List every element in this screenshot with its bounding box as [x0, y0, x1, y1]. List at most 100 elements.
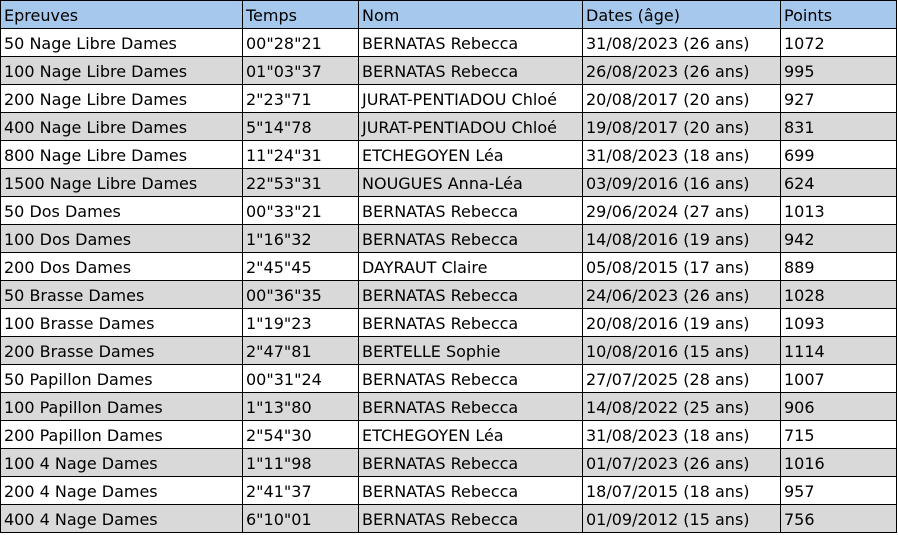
table-row: 800 Nage Libre Dames 11"24"31 ETCHEGOYEN L…	[0, 140, 897, 169]
table-row: 200 Papillon Dames 2"54"30 ETCHEGOYEN Léa 3…	[0, 420, 897, 449]
cell-date: 20/08/2017 (20 ans)	[582, 84, 781, 113]
table-row: 100 4 Nage Dames 1"11"98 BERNATAS Rebecca 0…	[0, 448, 897, 477]
cell-points: 1007	[780, 364, 897, 393]
cell-points: 831	[780, 112, 897, 141]
cell-nom: NOUGUES Anna-Léa	[358, 168, 583, 197]
cell-date: 14/08/2016 (19 ans)	[582, 224, 781, 253]
cell-temps: 2"47"81	[242, 336, 359, 365]
table-row: 100 Dos Dames 1"16"32 BERNATAS Rebecca 14/0…	[0, 224, 897, 253]
cell-points: 699	[780, 140, 897, 169]
cell-epreuve: 200 Nage Libre Dames	[0, 84, 243, 113]
table-row: 100 Brasse Dames 1"19"23 BERNATAS Rebecca 2…	[0, 308, 897, 337]
cell-temps: 11"24"31	[242, 140, 359, 169]
header-dates: Dates (âge)	[582, 0, 781, 29]
cell-nom: ETCHEGOYEN Léa	[358, 140, 583, 169]
cell-nom: BERNATAS Rebecca	[358, 196, 583, 225]
cell-date: 20/08/2016 (19 ans)	[582, 308, 781, 337]
cell-temps: 00"28"21	[242, 28, 359, 57]
cell-date: 19/08/2017 (20 ans)	[582, 112, 781, 141]
cell-epreuve: 50 Brasse Dames	[0, 280, 243, 309]
cell-epreuve: 800 Nage Libre Dames	[0, 140, 243, 169]
cell-points: 942	[780, 224, 897, 253]
cell-epreuve: 100 Brasse Dames	[0, 308, 243, 337]
cell-date: 14/08/2022 (25 ans)	[582, 392, 781, 421]
cell-date: 31/08/2023 (18 ans)	[582, 420, 781, 449]
header-epreuves: Epreuves	[0, 0, 243, 29]
cell-epreuve: 50 Dos Dames	[0, 196, 243, 225]
cell-date: 29/06/2024 (27 ans)	[582, 196, 781, 225]
cell-temps: 2"54"30	[242, 420, 359, 449]
header-row: Epreuves Temps Nom Dates (âge) Points	[0, 0, 897, 29]
table-row: 200 Brasse Dames 2"47"81 BERTELLE Sophie 10…	[0, 336, 897, 365]
cell-epreuve: 400 4 Nage Dames	[0, 504, 243, 533]
cell-nom: BERNATAS Rebecca	[358, 504, 583, 533]
cell-epreuve: 200 4 Nage Dames	[0, 476, 243, 505]
cell-points: 1013	[780, 196, 897, 225]
cell-nom: BERNATAS Rebecca	[358, 56, 583, 85]
table-row: 400 4 Nage Dames 6"10"01 BERNATAS Rebecca 0…	[0, 504, 897, 533]
cell-points: 715	[780, 420, 897, 449]
table-row: 200 Nage Libre Dames 2"23"71 JURAT-PENTIAD…	[0, 84, 897, 113]
cell-points: 927	[780, 84, 897, 113]
cell-date: 01/09/2012 (15 ans)	[582, 504, 781, 533]
records-table: Epreuves Temps Nom Dates (âge) Points 50…	[0, 0, 897, 533]
cell-date: 03/09/2016 (16 ans)	[582, 168, 781, 197]
cell-points: 1028	[780, 280, 897, 309]
table-row: 200 4 Nage Dames 2"41"37 BERNATAS Rebecca 1…	[0, 476, 897, 505]
cell-epreuve: 1500 Nage Libre Dames	[0, 168, 243, 197]
cell-date: 24/06/2023 (26 ans)	[582, 280, 781, 309]
table-row: 50 Brasse Dames 00"36"35 BERNATAS Rebecca 2…	[0, 280, 897, 309]
cell-points: 1093	[780, 308, 897, 337]
cell-temps: 1"16"32	[242, 224, 359, 253]
cell-temps: 1"11"98	[242, 448, 359, 477]
cell-points: 1016	[780, 448, 897, 477]
cell-temps: 1"13"80	[242, 392, 359, 421]
table-row: 400 Nage Libre Dames 5"14"78 JURAT-PENTIAD…	[0, 112, 897, 141]
header-temps: Temps	[242, 0, 359, 29]
cell-points: 1072	[780, 28, 897, 57]
cell-temps: 2"45"45	[242, 252, 359, 281]
cell-nom: BERNATAS Rebecca	[358, 224, 583, 253]
cell-date: 26/08/2023 (26 ans)	[582, 56, 781, 85]
cell-epreuve: 100 4 Nage Dames	[0, 448, 243, 477]
cell-temps: 1"19"23	[242, 308, 359, 337]
cell-temps: 00"33"21	[242, 196, 359, 225]
cell-epreuve: 50 Nage Libre Dames	[0, 28, 243, 57]
cell-temps: 6"10"01	[242, 504, 359, 533]
cell-epreuve: 100 Papillon Dames	[0, 392, 243, 421]
cell-nom: JURAT-PENTIADOU Chloé	[358, 112, 583, 141]
table-body: 50 Nage Libre Dames 00"28"21 BERNATAS Rebe…	[0, 28, 897, 533]
cell-epreuve: 200 Papillon Dames	[0, 420, 243, 449]
cell-nom: BERNATAS Rebecca	[358, 280, 583, 309]
table-row: 50 Nage Libre Dames 00"28"21 BERNATAS Rebe…	[0, 28, 897, 57]
cell-epreuve: 200 Brasse Dames	[0, 336, 243, 365]
table-row: 200 Dos Dames 2"45"45 DAYRAUT Claire 05/08/…	[0, 252, 897, 281]
cell-temps: 5"14"78	[242, 112, 359, 141]
cell-date: 10/08/2016 (15 ans)	[582, 336, 781, 365]
cell-nom: BERNATAS Rebecca	[358, 392, 583, 421]
cell-epreuve: 200 Dos Dames	[0, 252, 243, 281]
cell-date: 27/07/2025 (28 ans)	[582, 364, 781, 393]
cell-temps: 01"03"37	[242, 56, 359, 85]
cell-nom: BERNATAS Rebecca	[358, 28, 583, 57]
cell-epreuve: 400 Nage Libre Dames	[0, 112, 243, 141]
cell-nom: BERNATAS Rebecca	[358, 364, 583, 393]
cell-temps: 00"31"24	[242, 364, 359, 393]
cell-epreuve: 50 Papillon Dames	[0, 364, 243, 393]
cell-date: 18/07/2015 (18 ans)	[582, 476, 781, 505]
cell-temps: 2"41"37	[242, 476, 359, 505]
table-row: 100 Nage Libre Dames 01"03"37 BERNATAS Reb…	[0, 56, 897, 85]
cell-nom: ETCHEGOYEN Léa	[358, 420, 583, 449]
table-row: 50 Papillon Dames 00"31"24 BERNATAS Rebecc…	[0, 364, 897, 393]
cell-date: 05/08/2015 (17 ans)	[582, 252, 781, 281]
header-points: Points	[780, 0, 897, 29]
cell-nom: DAYRAUT Claire	[358, 252, 583, 281]
cell-temps: 22"53"31	[242, 168, 359, 197]
cell-date: 31/08/2023 (26 ans)	[582, 28, 781, 57]
table-row: 100 Papillon Dames 1"13"80 BERNATAS Rebecc…	[0, 392, 897, 421]
cell-points: 756	[780, 504, 897, 533]
cell-temps: 2"23"71	[242, 84, 359, 113]
cell-nom: BERNATAS Rebecca	[358, 448, 583, 477]
cell-points: 906	[780, 392, 897, 421]
cell-points: 1114	[780, 336, 897, 365]
